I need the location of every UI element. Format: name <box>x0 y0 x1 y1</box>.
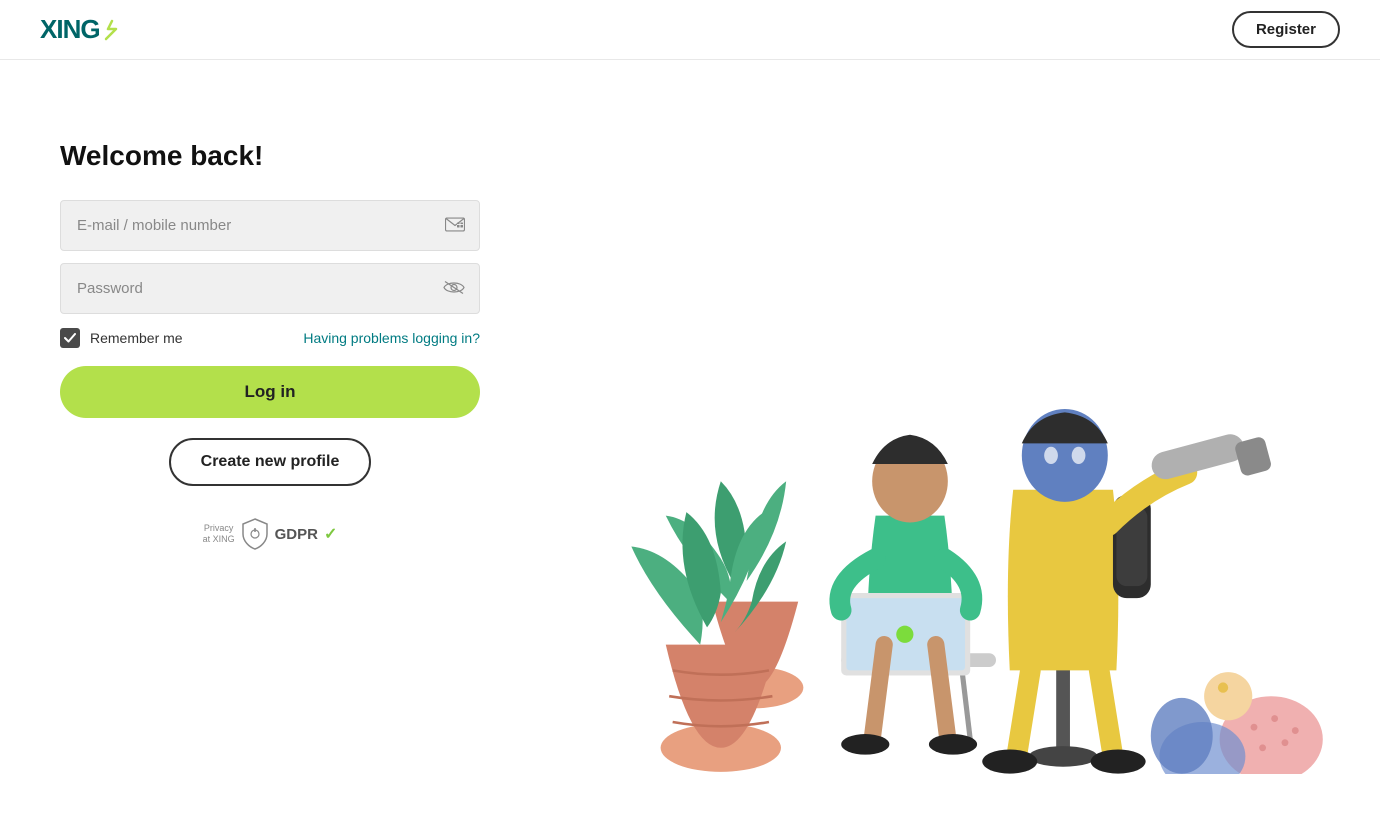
remember-me-group: Remember me <box>60 328 183 348</box>
remember-me-label: Remember me <box>90 330 183 346</box>
privacy-label-line2: at XING <box>203 534 235 545</box>
illustration-panel <box>480 120 1340 774</box>
main-content: Welcome back! <box>0 60 1380 814</box>
header: XING Register <box>0 0 1380 60</box>
email-form-group <box>60 200 480 251</box>
problems-link[interactable]: Having problems logging in? <box>303 330 480 346</box>
password-visibility-icon[interactable] <box>443 279 465 298</box>
gdpr-checkmark-icon: ✓ <box>324 524 337 544</box>
password-input[interactable] <box>61 264 479 313</box>
welcome-title: Welcome back! <box>60 140 480 172</box>
login-panel: Welcome back! <box>60 120 480 550</box>
privacy-text: Privacy at XING <box>203 523 235 545</box>
logo: XING <box>40 14 120 45</box>
email-input-wrapper <box>60 200 480 251</box>
privacy-label-line1: Privacy <box>203 523 235 534</box>
email-input[interactable] <box>61 201 479 250</box>
gdpr-label: GDPR <box>275 526 318 543</box>
password-input-wrapper <box>60 263 480 314</box>
hero-illustration <box>480 120 1340 774</box>
gdpr-badge: Privacy at XING GDPR ✓ <box>60 518 480 550</box>
password-form-group <box>60 263 480 314</box>
email-icon <box>445 217 465 234</box>
logo-spark-icon <box>102 19 120 41</box>
remember-me-checkbox[interactable] <box>60 328 80 348</box>
logo-text: XING <box>40 14 100 45</box>
register-button[interactable]: Register <box>1232 11 1340 48</box>
login-button[interactable]: Log in <box>60 366 480 418</box>
shield-icon <box>241 518 269 550</box>
remember-row: Remember me Having problems logging in? <box>60 328 480 348</box>
create-profile-button[interactable]: Create new profile <box>169 438 372 486</box>
